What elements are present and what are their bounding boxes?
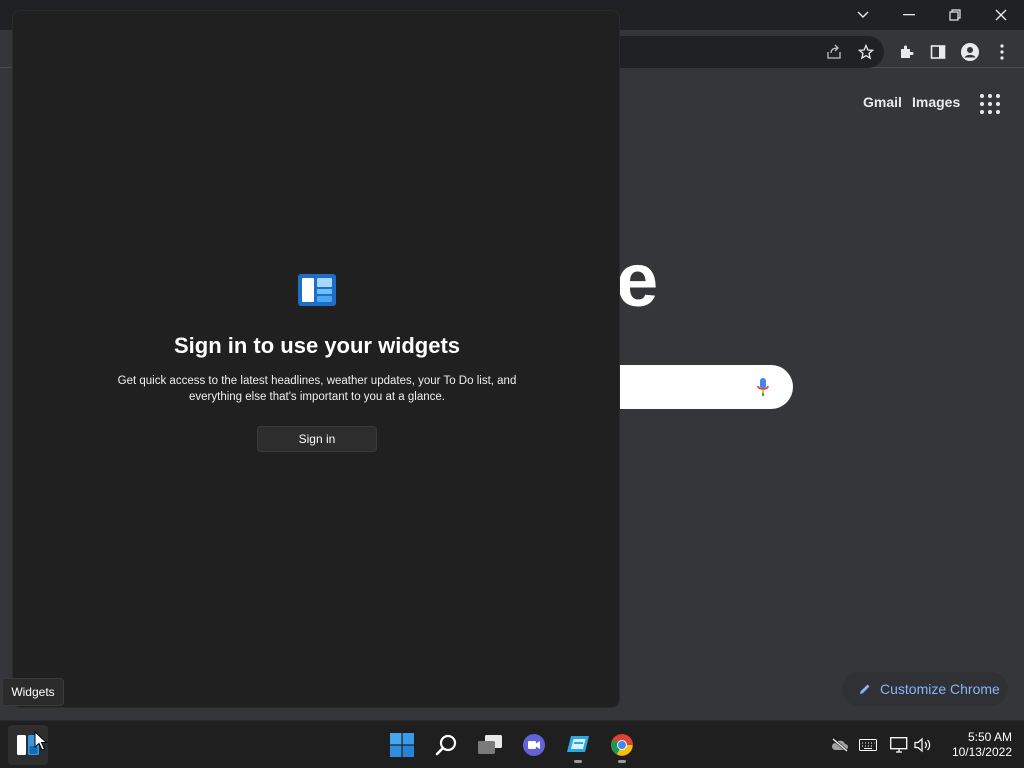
widgets-tooltip: Widgets	[2, 678, 64, 706]
search-icon	[434, 733, 458, 757]
windows-start-icon	[390, 733, 414, 757]
chrome-icon	[610, 733, 634, 757]
sign-in-button[interactable]: Sign in	[257, 426, 377, 452]
chat-button[interactable]	[514, 725, 554, 765]
onedrive-offline-icon[interactable]	[828, 733, 852, 757]
restore-icon[interactable]	[932, 0, 978, 30]
task-view-icon	[477, 734, 503, 756]
widgets-logo-icon	[298, 274, 336, 306]
google-apps-icon[interactable]	[978, 92, 1002, 116]
mouse-cursor-icon	[34, 730, 48, 751]
network-icon[interactable]	[887, 733, 911, 757]
close-icon[interactable]	[978, 0, 1024, 30]
bookmark-star-icon[interactable]	[852, 38, 880, 66]
taskbar: 5:50 AM 10/13/2022	[0, 720, 1024, 768]
images-link[interactable]: Images	[912, 94, 960, 110]
app-taskbar-button[interactable]	[558, 725, 598, 765]
app-icon	[566, 734, 590, 756]
teams-chat-icon	[522, 733, 546, 757]
pencil-icon	[858, 682, 872, 696]
clock[interactable]: 5:50 AM 10/13/2022	[940, 730, 1012, 760]
running-indicator	[574, 760, 582, 763]
profile-icon[interactable]	[956, 38, 984, 66]
customize-chrome-button[interactable]: Customize Chrome	[842, 672, 1008, 706]
keyboard-icon[interactable]	[856, 733, 880, 757]
gmail-link[interactable]: Gmail	[863, 94, 902, 110]
widgets-panel: Sign in to use your widgets Get quick ac…	[12, 10, 620, 708]
widgets-description-line: Get quick access to the latest headlines…	[117, 375, 517, 387]
clock-time: 5:50 AM	[967, 730, 1012, 744]
extensions-icon[interactable]	[892, 38, 920, 66]
google-search-box[interactable]	[604, 365, 793, 409]
minimize-icon[interactable]	[886, 0, 932, 30]
start-button[interactable]	[382, 725, 422, 765]
chrome-menu-icon[interactable]	[988, 38, 1016, 66]
google-logo: e	[616, 238, 659, 323]
microphone-icon[interactable]	[756, 377, 770, 402]
chrome-taskbar-button[interactable]	[602, 725, 642, 765]
side-panel-icon[interactable]	[924, 38, 952, 66]
share-icon[interactable]	[820, 38, 848, 66]
volume-icon[interactable]	[911, 733, 935, 757]
tab-search-icon[interactable]	[840, 0, 886, 30]
clock-date: 10/13/2022	[951, 745, 1012, 759]
widgets-description: Get quick access to the latest headlines…	[117, 373, 517, 405]
running-indicator	[618, 760, 626, 763]
widgets-description-line: everything else that's important to you …	[189, 391, 445, 403]
search-taskbar-button[interactable]	[426, 725, 466, 765]
task-view-button[interactable]	[470, 725, 510, 765]
customize-chrome-label: Customize Chrome	[880, 681, 1000, 697]
widgets-title: Sign in to use your widgets	[173, 333, 461, 358]
